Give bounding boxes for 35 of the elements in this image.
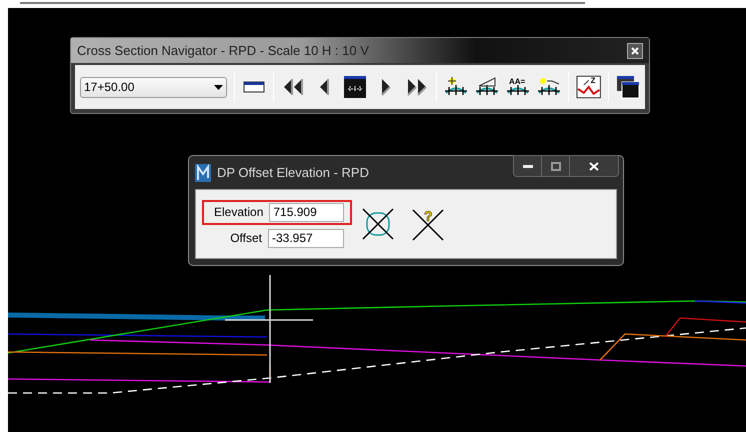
- window-title: DP Offset Elevation - RPD: [217, 164, 369, 182]
- right-arrow-icon: [380, 77, 392, 97]
- panel-bar-icon: [242, 81, 265, 93]
- icon-glyph: Z: [590, 76, 596, 86]
- cross-section-point-icon: [444, 76, 468, 98]
- station-dropdown[interactable]: 17+50.00: [80, 76, 227, 98]
- minimize-icon: [522, 164, 532, 168]
- window-title: Cross Section Navigator - RPD - Scale 10 H : 10 V: [77, 42, 369, 60]
- close-icon: [631, 46, 639, 54]
- icon-glyph: AA=: [508, 77, 525, 86]
- left-arrow-icon: [318, 77, 330, 97]
- close-button[interactable]: [570, 156, 618, 176]
- maximize-button[interactable]: [542, 156, 570, 176]
- circle-cross-icon: [362, 208, 394, 240]
- cross-section-slope-icon: [474, 76, 499, 98]
- double-left-arrow-icon: [282, 77, 304, 97]
- maximize-icon: [550, 162, 560, 170]
- cross-section-line-icon: [536, 76, 561, 98]
- toolbar-button[interactable]: AA=: [506, 72, 530, 102]
- icon-glyph: ?: [424, 208, 433, 224]
- field-label: Offset: [230, 230, 262, 247]
- input-field[interactable]: 715.909: [269, 202, 344, 222]
- toolbar-button[interactable]: Z: [576, 72, 601, 102]
- double-right-arrow-icon: [406, 77, 428, 97]
- tool-button[interactable]: [362, 208, 394, 240]
- close-button[interactable]: [627, 42, 643, 58]
- close-icon: [589, 162, 599, 170]
- dropdown-arrow-icon: [214, 84, 223, 90]
- minimize-button[interactable]: [514, 156, 542, 176]
- app-logo-icon: [195, 164, 211, 182]
- station-value: 17+50.00: [84, 79, 134, 96]
- input-field[interactable]: -33.957: [268, 228, 344, 248]
- screen-icon: [344, 76, 366, 98]
- stacked-windows-icon: [616, 75, 640, 99]
- field-label: Elevation: [214, 204, 264, 221]
